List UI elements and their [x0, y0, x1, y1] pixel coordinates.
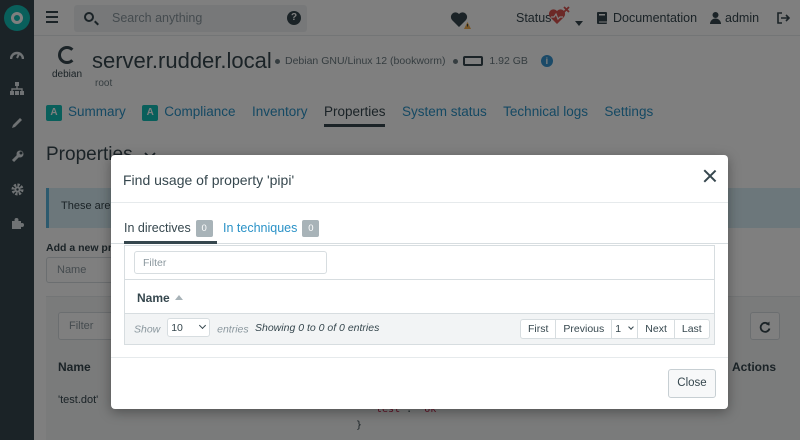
first-page-button[interactable]: First — [521, 320, 557, 338]
page-length-control: Show 10 entries — [134, 318, 249, 337]
find-usage-modal: Find usage of property 'pipi' In directi… — [111, 155, 728, 409]
pagination: First Previous 1 Next Last — [520, 319, 710, 339]
last-page-button[interactable]: Last — [675, 320, 709, 338]
table-footer: Show 10 entries Showing 0 to 0 of 0 entr… — [125, 313, 714, 344]
count-badge: 0 — [302, 220, 320, 237]
previous-page-button[interactable]: Previous — [556, 320, 613, 338]
table-filter-input[interactable]: Filter — [134, 251, 327, 274]
count-badge: 0 — [195, 220, 213, 237]
modal-title: Find usage of property 'pipi' — [123, 172, 295, 188]
table-info-text: Showing 0 to 0 of 0 entries — [255, 322, 380, 334]
modal-tabs: In directives 0 In techniques 0 — [111, 217, 728, 244]
close-icon[interactable] — [702, 168, 718, 184]
chevron-down-icon — [628, 324, 635, 330]
active-tab-indicator — [124, 241, 217, 244]
tab-in-directives[interactable]: In directives 0 — [124, 220, 213, 237]
modal-footer-divider — [111, 357, 728, 358]
next-page-button[interactable]: Next — [638, 320, 675, 338]
column-header-name[interactable]: Name — [137, 291, 183, 305]
chevron-down-icon — [199, 321, 207, 330]
modal-header-divider — [111, 202, 728, 203]
close-button[interactable]: Close — [668, 369, 716, 398]
tab-in-techniques[interactable]: In techniques 0 — [223, 220, 320, 237]
directives-table: Filter Name Show 10 entries Showing 0 to… — [124, 245, 715, 345]
page-select[interactable]: 1 — [612, 320, 639, 338]
sort-icon — [174, 295, 183, 300]
page-size-select[interactable]: 10 — [167, 318, 211, 337]
